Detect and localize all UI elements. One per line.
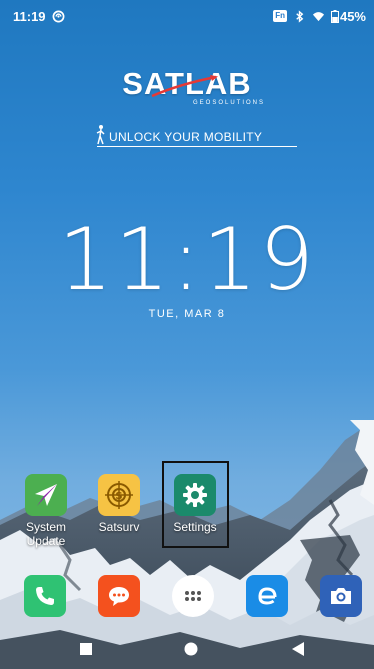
app-drawer-icon [185, 591, 201, 601]
wifi-icon [312, 11, 325, 21]
dock-camera[interactable] [320, 575, 362, 617]
fn-badge: Fn [273, 10, 287, 22]
slogan-text: UNLOCK YOUR MOBILITY [97, 130, 297, 147]
status-bar: 11:19 Fn 45% [0, 0, 374, 32]
status-time: 11:19 [13, 8, 46, 24]
phone-icon [36, 587, 54, 605]
app-label: Satsurv [98, 520, 140, 534]
back-icon[interactable] [291, 641, 305, 657]
camera-icon [331, 588, 351, 604]
paper-plane-icon [25, 474, 67, 516]
message-icon [109, 587, 129, 606]
date-widget[interactable]: TUE, MAR 8 [0, 308, 374, 320]
crosshair-icon: S [98, 474, 140, 516]
battery-icon [330, 9, 339, 23]
clock-widget[interactable]: 11:19 [0, 214, 374, 306]
navigation-bar [0, 630, 374, 669]
sync-icon [52, 10, 64, 22]
logo-swoosh-icon [151, 75, 218, 98]
selection-highlight [162, 461, 229, 548]
battery-percent: 45% [339, 8, 366, 24]
app-satsurv[interactable]: S Satsurv [86, 474, 152, 534]
svg-text:S: S [115, 491, 122, 502]
recents-icon[interactable] [80, 643, 92, 655]
dock-app-drawer[interactable] [172, 575, 214, 617]
logo-subtitle: GEOSOLUTIONS [193, 100, 266, 106]
home-icon[interactable] [184, 642, 198, 656]
dock-phone[interactable] [24, 575, 66, 617]
dock-browser[interactable] [246, 575, 288, 617]
bluetooth-icon [296, 9, 304, 23]
browser-icon [258, 587, 277, 605]
app-label: System Update [25, 520, 66, 548]
app-system-update[interactable]: System Update [13, 474, 79, 548]
dock-messages[interactable] [98, 575, 140, 617]
